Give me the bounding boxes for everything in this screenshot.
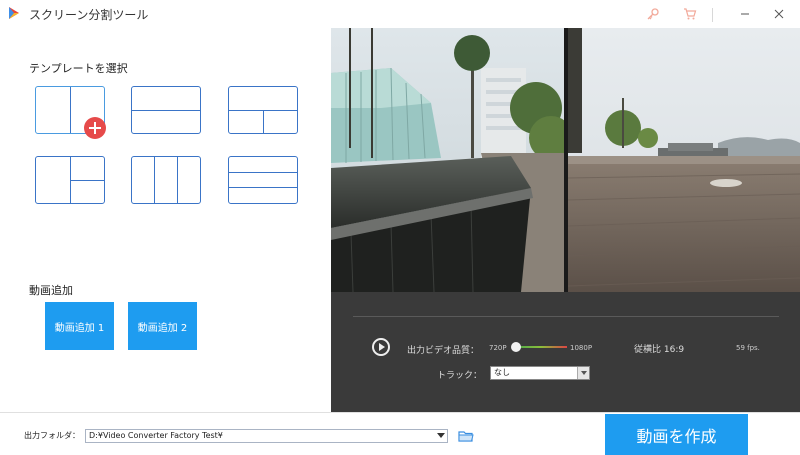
folder-icon[interactable] [458,430,474,442]
quality-max-label: 1080P [570,344,593,352]
template-divider [177,157,178,203]
template-two-horizontal[interactable] [131,86,201,134]
quality-min-label: 720P [489,344,507,352]
aspect-ratio-label: 従横比 16:9 [634,345,685,355]
chevron-down-icon[interactable] [577,367,589,379]
titlebar-separator [712,8,713,22]
left-panel: テンプレートを選択 動画追加 動画追加 1 動画追加 2 [0,28,331,412]
add-video-1-button[interactable]: 動画追加 1 [45,302,114,350]
template-left-two-right[interactable] [35,156,105,204]
preview-frame-2 [568,28,800,292]
add-video-section-label: 動画追加 [29,284,73,297]
preview-frame-1 [331,28,564,292]
minimize-icon[interactable] [735,4,755,24]
quality-slider-handle[interactable] [511,342,521,352]
key-icon[interactable] [643,4,663,24]
track-select-value: なし [494,368,510,377]
video-preview [331,28,800,292]
template-divider [132,110,200,111]
output-folder-value: D:¥Video Converter Factory Test¥ [89,431,223,440]
output-folder-input[interactable]: D:¥Video Converter Factory Test¥ [85,429,448,443]
track-select[interactable]: なし [490,366,590,380]
window-title: スクリーン分割ツール [29,8,149,22]
cart-icon[interactable] [680,4,700,24]
track-label: トラック： [437,371,483,381]
output-controls: 出力ビデオ品質： 720P 1080P 従横比 16:9 59 fps. トラッ… [331,292,800,412]
template-divider [229,187,297,188]
create-video-button[interactable]: 動画を作成 [605,414,748,455]
fps-label: 59 fps. [736,344,760,352]
template-three-horizontal[interactable] [228,156,298,204]
template-three-vertical[interactable] [131,156,201,204]
quality-label: 出力ビデオ品質： [407,346,480,356]
close-icon[interactable] [769,4,789,24]
template-divider [263,110,264,133]
add-plus-icon [84,117,106,139]
output-folder-label: 出力フォルダ： [24,431,80,440]
template-section-label: テンプレートを選択 [29,62,128,75]
preview-pane-2[interactable] [568,28,800,292]
template-divider [229,172,297,173]
app-logo-icon [9,7,19,19]
template-divider [70,180,104,181]
template-top-two-bottom[interactable] [228,86,298,134]
bottom-bar: 出力フォルダ： D:¥Video Converter Factory Test¥… [0,412,800,455]
add-video-2-button[interactable]: 動画追加 2 [128,302,197,350]
chevron-down-icon[interactable] [437,433,445,438]
preview-pane-1[interactable] [331,28,564,292]
play-icon[interactable] [372,338,390,356]
template-divider [70,87,71,133]
template-divider [154,157,155,203]
timeline-bar[interactable] [353,316,779,317]
quality-slider-track[interactable] [515,346,567,348]
title-bar: スクリーン分割ツール [0,0,800,28]
